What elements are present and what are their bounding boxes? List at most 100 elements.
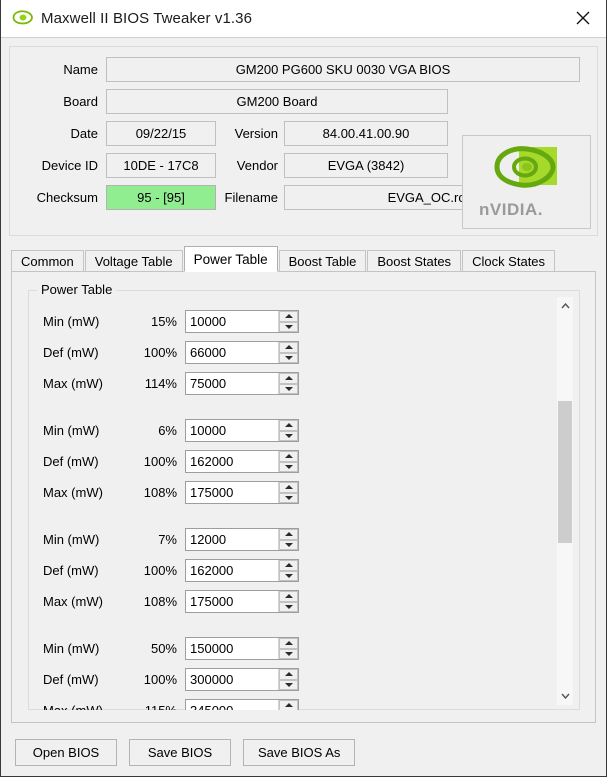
close-button[interactable] <box>560 0 606 36</box>
power-row-spinbox[interactable]: 10000 <box>185 310 299 333</box>
caret-down-icon <box>284 604 293 609</box>
power-row-value[interactable]: 300000 <box>186 669 278 690</box>
tab-clock-states[interactable]: Clock States <box>462 250 556 272</box>
save-bios-as-button[interactable]: Save BIOS As <box>243 739 356 766</box>
spinner-buttons <box>278 591 298 612</box>
nvidia-logo: nVIDIA. <box>462 135 591 229</box>
tab-voltage-table[interactable]: Voltage Table <box>84 250 183 272</box>
spinner-up-button[interactable] <box>279 700 298 710</box>
power-row-value[interactable]: 345000 <box>186 700 278 710</box>
spinner-down-button[interactable] <box>279 430 298 441</box>
spinner-buttons <box>278 482 298 503</box>
open-bios-button[interactable]: Open BIOS <box>15 739 117 766</box>
caret-up-icon <box>284 563 293 568</box>
version-label: Version <box>234 126 278 141</box>
scroll-up-icon[interactable] <box>557 297 573 315</box>
spinner-down-button[interactable] <box>279 383 298 394</box>
power-row-value[interactable]: 10000 <box>186 420 278 441</box>
name-field[interactable]: GM200 PG600 SKU 0030 VGA BIOS <box>106 57 580 82</box>
board-field[interactable]: GM200 Board <box>106 89 448 114</box>
power-row-spinbox[interactable]: 12000 <box>185 528 299 551</box>
spinner-up-button[interactable] <box>279 342 298 353</box>
tab-common[interactable]: Common <box>11 250 84 272</box>
spinner-buttons <box>278 342 298 363</box>
spinner-down-button[interactable] <box>279 461 298 472</box>
power-row-spinbox[interactable]: 162000 <box>185 559 299 582</box>
spinner-down-button[interactable] <box>279 352 298 363</box>
spinner-up-button[interactable] <box>279 638 298 649</box>
power-table-panel: Power Table Min (mW) 15% 10000 Def (mW) 100%… <box>11 271 596 723</box>
device-id-field[interactable]: 10DE - 17C8 <box>106 153 216 178</box>
power-row-percent: 108% <box>143 484 177 500</box>
power-row-value[interactable]: 75000 <box>186 373 278 394</box>
caret-up-icon <box>284 485 293 490</box>
power-row-spinbox[interactable]: 10000 <box>185 419 299 442</box>
spinner-up-button[interactable] <box>279 373 298 384</box>
power-row-value[interactable]: 162000 <box>186 560 278 581</box>
spinner-buttons <box>278 420 298 441</box>
spinner-up-button[interactable] <box>279 311 298 322</box>
name-label: Name <box>63 62 98 77</box>
power-row-value[interactable]: 175000 <box>186 482 278 503</box>
date-field[interactable]: 09/22/15 <box>106 121 216 146</box>
power-row-spinbox[interactable]: 150000 <box>185 637 299 660</box>
power-row-percent: 100% <box>143 671 177 687</box>
spinner-buttons <box>278 529 298 550</box>
spinner-up-button[interactable] <box>279 529 298 540</box>
power-row-value[interactable]: 66000 <box>186 342 278 363</box>
spinner-up-button[interactable] <box>279 482 298 493</box>
board-label: Board <box>63 94 98 109</box>
caret-up-icon <box>284 672 293 677</box>
tab-boost-states[interactable]: Boost States <box>367 250 462 272</box>
checksum-field[interactable]: 95 - [95] <box>106 185 216 210</box>
power-row-spinbox[interactable]: 66000 <box>185 341 299 364</box>
spinner-buttons <box>278 451 298 472</box>
spinner-down-button[interactable] <box>279 492 298 503</box>
power-row-label: Max (mW) <box>43 484 103 500</box>
spinner-up-button[interactable] <box>279 669 298 680</box>
spinner-up-button[interactable] <box>279 451 298 462</box>
power-row-spinbox[interactable]: 75000 <box>185 372 299 395</box>
caret-up-icon <box>284 641 293 646</box>
power-row-label: Max (mW) <box>43 593 103 609</box>
tab-boost-table[interactable]: Boost Table <box>278 250 367 272</box>
power-row-value[interactable]: 12000 <box>186 529 278 550</box>
save-bios-button[interactable]: Save BIOS <box>129 739 231 766</box>
power-table-scrollbar[interactable] <box>557 297 573 705</box>
spinner-up-button[interactable] <box>279 591 298 602</box>
power-row-value[interactable]: 175000 <box>186 591 278 612</box>
power-row-label: Min (mW) <box>43 422 100 438</box>
spinner-down-button[interactable] <box>279 321 298 332</box>
power-row-spinbox[interactable]: 175000 <box>185 481 299 504</box>
power-table-rows: Min (mW) 15% 10000 Def (mW) 100% 66000 Max (mW… <box>29 292 580 710</box>
caret-up-icon <box>284 532 293 537</box>
caret-down-icon <box>284 542 293 547</box>
version-field[interactable]: 84.00.41.00.90 <box>284 121 448 146</box>
spinner-down-button[interactable] <box>279 648 298 659</box>
date-label: Date <box>70 126 98 141</box>
power-row-spinbox[interactable]: 345000 <box>185 699 299 710</box>
scrollbar-thumb[interactable] <box>558 401 572 543</box>
power-row-label: Def (mW) <box>43 562 99 578</box>
spinner-down-button[interactable] <box>279 601 298 612</box>
power-row-spinbox[interactable]: 175000 <box>185 590 299 613</box>
power-row-spinbox[interactable]: 300000 <box>185 668 299 691</box>
caret-up-icon <box>284 423 293 428</box>
power-row-value[interactable]: 162000 <box>186 451 278 472</box>
spinner-down-button[interactable] <box>279 570 298 581</box>
filename-label: Filename <box>224 190 278 205</box>
power-row-label: Def (mW) <box>43 671 99 687</box>
power-row-value[interactable]: 10000 <box>186 311 278 332</box>
spinner-down-button[interactable] <box>279 539 298 550</box>
scroll-down-icon[interactable] <box>557 687 573 705</box>
vendor-field[interactable]: EVGA (3842) <box>284 153 448 178</box>
power-row-spinbox[interactable]: 162000 <box>185 450 299 473</box>
power-row-value[interactable]: 150000 <box>186 638 278 659</box>
spinner-up-button[interactable] <box>279 420 298 431</box>
caret-up-icon <box>284 703 293 708</box>
spinner-down-button[interactable] <box>279 679 298 690</box>
spinner-up-button[interactable] <box>279 560 298 571</box>
spinner-buttons <box>278 638 298 659</box>
tab-power-table[interactable]: Power Table <box>183 246 278 272</box>
caret-down-icon <box>284 495 293 500</box>
